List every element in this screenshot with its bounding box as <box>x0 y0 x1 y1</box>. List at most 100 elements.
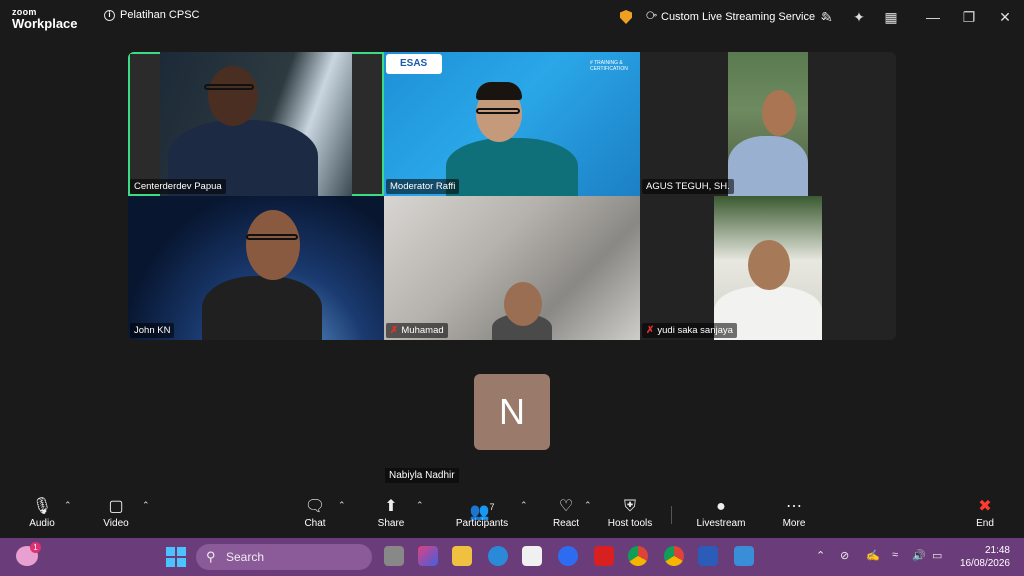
end-icon: ✖ <box>978 498 992 515</box>
pen-icon[interactable]: ✍ <box>866 549 880 562</box>
task-view-icon[interactable] <box>384 546 404 566</box>
notification-badge: 1 <box>30 542 41 553</box>
participant-head <box>208 66 258 126</box>
video-options-caret[interactable]: ⌃ <box>142 500 150 511</box>
audio-button[interactable]: 🎙 Audio <box>22 496 62 529</box>
chrome-profile-icon[interactable] <box>664 546 684 566</box>
share-options-caret[interactable]: ⌃ <box>416 500 424 511</box>
gallery-view: Centerderdev Papua ESAS # TRAINING & CER… <box>128 52 896 340</box>
share-button[interactable]: ⬆ Share <box>372 496 410 529</box>
zoom-workplace-logo: zoom Workplace <box>12 8 78 31</box>
microphone-icon: 🎙 <box>31 498 53 515</box>
video-button[interactable]: ▢ Video <box>98 496 134 529</box>
speaker-icon[interactable]: 🔊 <box>912 549 926 562</box>
participant-head <box>762 90 796 136</box>
participant-name: ✗ yudi saka sanjaya <box>642 323 737 338</box>
app-l-icon[interactable] <box>594 546 614 566</box>
participant-body <box>202 276 322 340</box>
participants-button[interactable]: 👥7 Participants <box>452 496 512 529</box>
chat-icon: 🗨 <box>304 498 326 515</box>
participant-name: ✗ Muhamad <box>386 323 448 338</box>
annotate-icon[interactable]: ✎ <box>818 8 836 26</box>
meeting-title: Pelatihan CPSC <box>120 9 200 21</box>
streaming-icon: ⧂ <box>646 10 657 22</box>
participant-head <box>246 210 300 280</box>
react-options-caret[interactable]: ⌃ <box>584 500 592 511</box>
hair <box>476 82 522 100</box>
audio-options-caret[interactable]: ⌃ <box>64 500 72 511</box>
streaming-status[interactable]: ⧂ Custom Live Streaming Service ⌄ <box>646 10 828 23</box>
video-tile-1[interactable]: Centerderdev Papua <box>128 52 384 196</box>
zoom-taskbar-icon[interactable] <box>558 546 578 566</box>
share-screen-icon: ⬆ <box>384 498 398 515</box>
toolbar-divider <box>671 506 672 524</box>
more-dots-icon: ⋯ <box>786 498 802 515</box>
glasses <box>204 84 254 90</box>
info-icon[interactable]: i <box>104 9 115 21</box>
video-tile-6[interactable]: ✗ yudi saka sanjaya <box>640 196 896 340</box>
heart-icon: ♡ <box>558 498 574 515</box>
video-tile-3[interactable]: AGUS TEGUH, SH. <box>640 52 896 196</box>
end-meeting-button[interactable]: ✖ End <box>970 496 1000 529</box>
brand-bottom: Workplace <box>12 16 78 31</box>
search-icon: ⚲ <box>206 549 216 564</box>
video-tile-5[interactable]: ✗ Muhamad <box>384 196 640 340</box>
video-tile-4[interactable]: John KN <box>128 196 384 340</box>
streaming-label: Custom Live Streaming Service <box>661 10 816 23</box>
participant-head <box>504 282 542 326</box>
participant-name: Moderator Raffi <box>386 179 460 194</box>
battery-icon[interactable]: ▭ <box>932 549 942 562</box>
store-icon[interactable] <box>522 546 542 566</box>
edge-icon[interactable] <box>488 546 508 566</box>
security-shield-icon[interactable] <box>620 10 632 24</box>
more-button[interactable]: ⋯ More <box>778 496 810 529</box>
wifi-icon[interactable]: ≈ <box>892 549 898 561</box>
network-off-icon[interactable]: ⊘ <box>840 549 849 562</box>
host-tools-button[interactable]: ⛨ Host tools <box>604 496 656 529</box>
livestream-icon: ● <box>716 498 726 515</box>
participant-body <box>728 136 808 196</box>
windows-taskbar: 1 ⚲ Search ⌃ ⊘ ✍ ≈ 🔊 ▭ 21:48 16/08/2026 <box>0 538 1024 576</box>
participant-name: John KN <box>130 323 175 338</box>
camera-icon: ▢ <box>108 498 124 515</box>
video-stage: Centerderdev Papua ESAS # TRAINING & CER… <box>0 36 1024 490</box>
chrome-icon[interactable] <box>628 546 648 566</box>
react-button[interactable]: ♡ React <box>550 496 582 529</box>
word-icon[interactable] <box>698 546 718 566</box>
clock-date: 16/08/2026 <box>959 558 1010 569</box>
minimize-icon[interactable]: — <box>924 8 942 26</box>
taskbar-search[interactable]: ⚲ Search <box>196 544 372 570</box>
avatar-participant-name: Nabiyla Nadhir <box>385 468 459 483</box>
glasses <box>246 234 298 240</box>
participant-name: Centerderdev Papua <box>130 179 226 194</box>
mic-muted-icon: ✗ <box>390 325 399 336</box>
chat-button[interactable]: 🗨 Chat <box>298 496 332 529</box>
glasses <box>476 108 520 114</box>
chat-options-caret[interactable]: ⌃ <box>338 500 346 511</box>
participant-name: AGUS TEGUH, SH. <box>642 179 734 194</box>
photos-icon[interactable] <box>734 546 754 566</box>
esas-tagline: # TRAINING & CERTIFICATION <box>590 60 628 72</box>
avatar-tile[interactable]: N <box>474 374 550 450</box>
video-tile-2[interactable]: ESAS # TRAINING & CERTIFICATION Moderato… <box>384 52 640 196</box>
chevron-up-icon[interactable]: ⌃ <box>816 549 825 562</box>
system-clock[interactable]: 21:48 16/08/2026 <box>960 544 1010 570</box>
esas-logo: ESAS <box>386 54 442 74</box>
start-icon[interactable] <box>166 547 186 567</box>
participants-icon: 👥7 <box>469 502 495 521</box>
ai-companion-icon[interactable]: ✦ <box>850 8 868 26</box>
clock-time: 21:48 <box>984 545 1010 556</box>
meeting-toolbar: 🎙 Audio ⌃ ▢ Video ⌃ 🗨 Chat ⌃ ⬆ Share ⌃ 👥… <box>0 490 1024 538</box>
apps-grid-icon[interactable]: ▦ <box>882 8 900 26</box>
m365-icon[interactable] <box>418 546 438 566</box>
mic-muted-icon: ✗ <box>646 325 655 336</box>
livestream-button[interactable]: ● Livestream <box>694 496 748 529</box>
close-icon[interactable]: ✕ <box>996 8 1014 26</box>
shield-icon: ⛨ <box>623 498 636 515</box>
participant-head <box>748 240 790 290</box>
participants-options-caret[interactable]: ⌃ <box>520 500 528 511</box>
title-bar: zoom Workplace i Pelatihan CPSC ⧂ Custom… <box>0 0 1024 36</box>
meeting-info[interactable]: i Pelatihan CPSC <box>104 9 200 21</box>
restore-icon[interactable]: ❐ <box>960 8 978 26</box>
file-explorer-icon[interactable] <box>452 546 472 566</box>
